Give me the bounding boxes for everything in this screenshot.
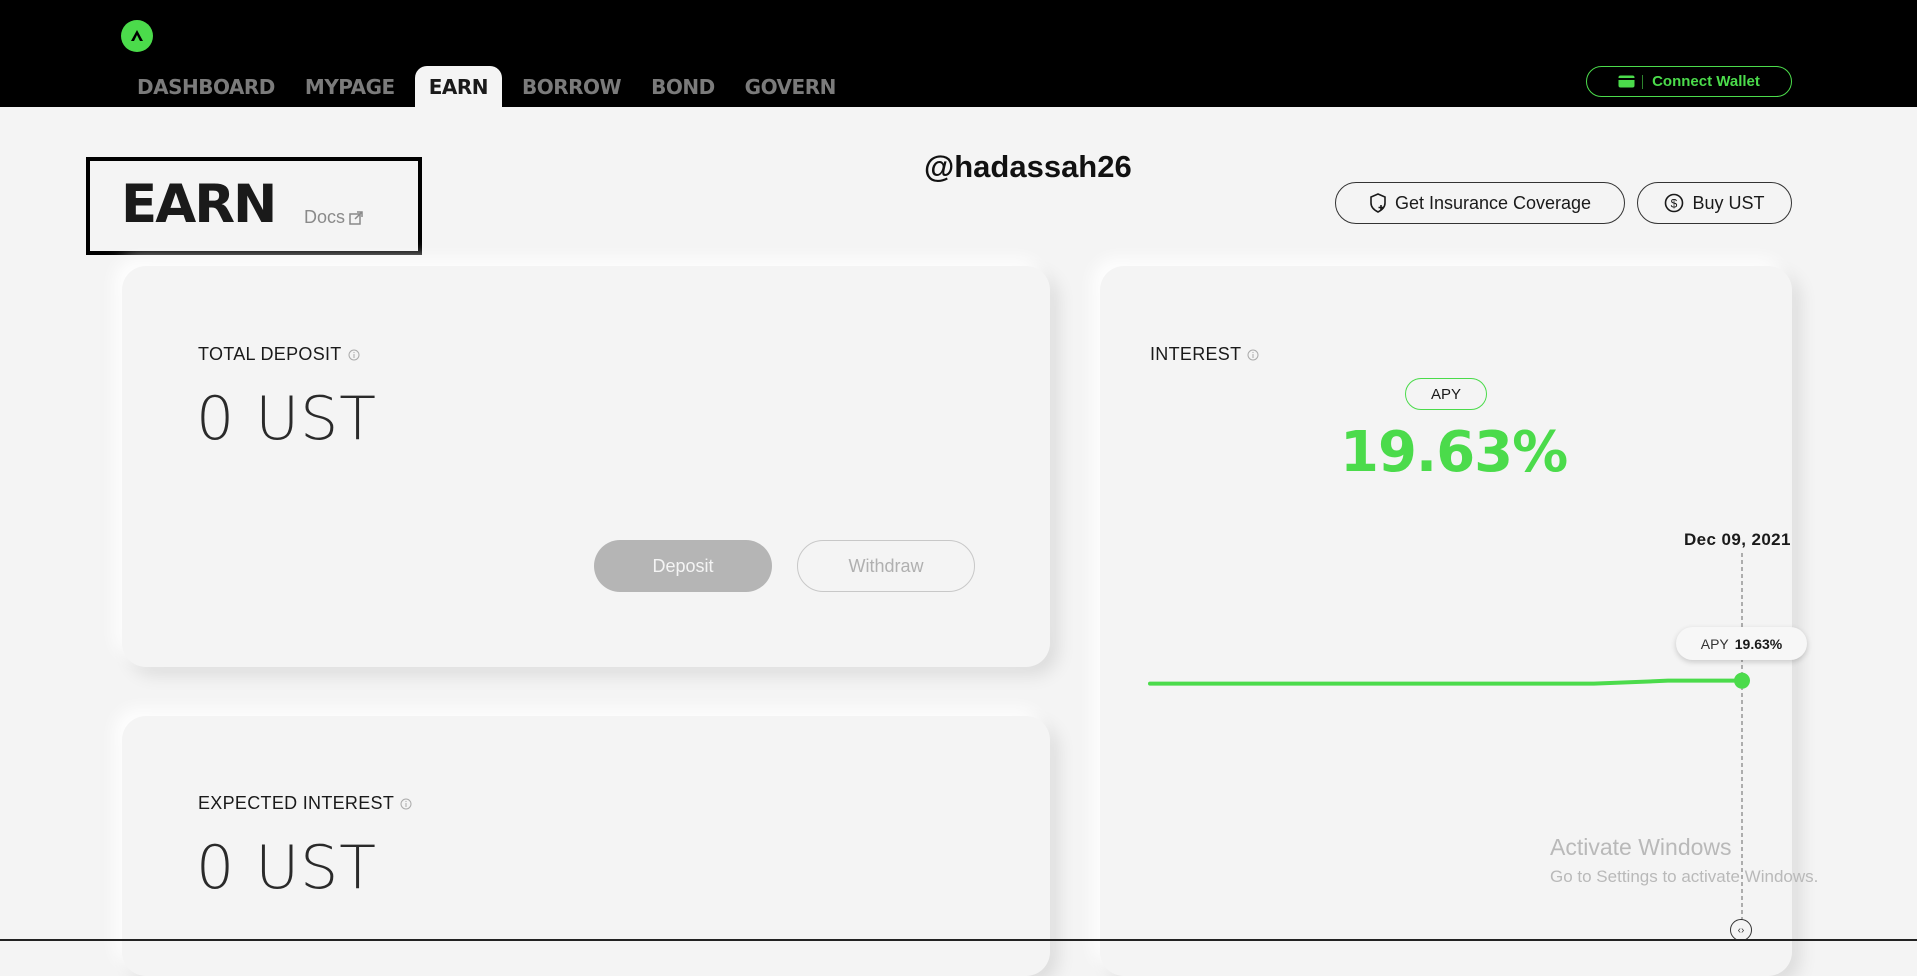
expected-interest-value: 0 UST — [196, 833, 377, 903]
shield-icon — [1370, 193, 1386, 213]
tab-dashboard[interactable]: DASHBOARD — [127, 66, 285, 107]
main-nav: DASHBOARD MYPAGE EARN BORROW BOND GOVERN — [127, 66, 856, 107]
connect-wallet-button[interactable]: Connect Wallet — [1586, 66, 1792, 97]
deposit-button[interactable]: Deposit — [594, 540, 772, 592]
interest-label: INTEREST — [1150, 344, 1259, 365]
total-deposit-label: TOTAL DEPOSIT — [198, 344, 360, 365]
anchor-logo-icon[interactable] — [121, 20, 153, 52]
apy-value: 19.63% — [1340, 420, 1568, 485]
page-title: EARN — [121, 174, 277, 235]
docs-label: Docs — [304, 207, 346, 227]
tooltip-value: 19.63% — [1734, 635, 1783, 652]
wallet-icon — [1618, 75, 1635, 88]
username-watermark: @hadassah26 — [924, 149, 1132, 184]
info-icon[interactable] — [1247, 349, 1259, 361]
expected-interest-label-text: EXPECTED INTEREST — [198, 793, 395, 813]
get-insurance-coverage-button[interactable]: Get Insurance Coverage — [1335, 182, 1625, 224]
total-deposit-label-text: TOTAL DEPOSIT — [198, 344, 342, 364]
tab-bond[interactable]: BOND — [641, 66, 725, 107]
svg-text:$: $ — [1671, 197, 1678, 211]
external-link-icon — [349, 210, 363, 225]
tooltip-label: APY — [1700, 635, 1729, 652]
top-navigation-bar: DASHBOARD MYPAGE EARN BORROW BOND GOVERN… — [0, 0, 1917, 107]
windows-activation-watermark: Activate Windows Go to Settings to activ… — [1550, 834, 1818, 887]
info-icon[interactable] — [400, 798, 412, 810]
apy-tooltip: APY 19.63% — [1676, 627, 1807, 660]
chart-handle-icon[interactable]: ‹› — [1730, 919, 1752, 941]
chart-date: Dec 09, 2021 — [1684, 530, 1791, 549]
buy-ust-label: Buy UST — [1692, 192, 1765, 213]
docs-link[interactable]: Docs — [304, 207, 363, 228]
total-deposit-card — [122, 266, 1050, 667]
total-deposit-value: 0 UST — [196, 384, 377, 454]
tab-borrow[interactable]: BORROW — [512, 66, 631, 107]
tab-earn[interactable]: EARN — [414, 66, 502, 107]
wallet-divider — [1642, 74, 1644, 89]
dollar-circle-icon: $ — [1665, 193, 1684, 213]
tab-mypage[interactable]: MYPAGE — [295, 66, 405, 107]
buy-ust-button[interactable]: $ Buy UST — [1637, 182, 1792, 224]
connect-wallet-label: Connect Wallet — [1652, 73, 1760, 90]
expected-interest-label: EXPECTED INTEREST — [198, 793, 412, 814]
withdraw-button[interactable]: Withdraw — [797, 540, 975, 592]
apy-tag: APY — [1405, 378, 1487, 410]
windows-watermark-subtitle: Go to Settings to activate Windows. — [1550, 867, 1819, 886]
insurance-label: Get Insurance Coverage — [1394, 192, 1592, 213]
info-icon[interactable] — [348, 349, 360, 361]
tab-govern[interactable]: GOVERN — [735, 66, 846, 107]
windows-watermark-title: Activate Windows — [1550, 834, 1732, 860]
interest-label-text: INTEREST — [1150, 344, 1242, 364]
